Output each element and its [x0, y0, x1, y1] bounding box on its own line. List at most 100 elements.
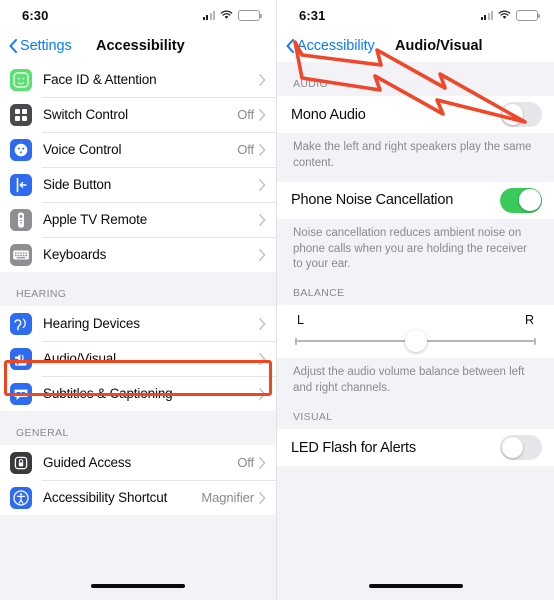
sidebar-item-accessibility-shortcut[interactable]: Accessibility Shortcut Magnifier [0, 480, 276, 515]
apple-tv-remote-icon [10, 208, 32, 231]
back-button-settings[interactable]: Settings [0, 38, 72, 54]
mono-audio-footnote: Make the left and right speakers play th… [293, 141, 532, 169]
sidebar-item-voice-control[interactable]: Voice Control Off [0, 132, 276, 167]
status-clock: 6:31 [299, 7, 326, 23]
sidebar-item-label: Accessibility Shortcut [43, 490, 168, 505]
sidebar-item-label: Hearing Devices [43, 316, 140, 331]
sidebar-item-hearing-devices[interactable]: Hearing Devices [0, 306, 276, 341]
wifi-icon [498, 10, 511, 19]
section-header-hearing: HEARING [16, 288, 67, 300]
noise-cancellation-toggle[interactable] [500, 187, 542, 213]
back-button-accessibility[interactable]: Accessibility [277, 38, 375, 54]
wifi-icon [220, 10, 233, 19]
sidebar-item-keyboards[interactable]: Keyboards [0, 237, 276, 272]
chevron-right-icon [259, 248, 266, 261]
balance-left-label: L [297, 313, 304, 328]
chevron-left-icon [286, 39, 294, 53]
chevron-left-icon [9, 39, 17, 53]
chevron-right-icon [259, 317, 266, 330]
section-header-general: GENERAL [16, 427, 69, 439]
list-bottom-spacer [277, 466, 554, 483]
nav-bar: Settings Accessibility [0, 30, 276, 62]
sidebar-item-label: Keyboards [43, 247, 107, 262]
chevron-right-icon [259, 73, 266, 86]
row-value: Off [237, 142, 254, 157]
balance-right-label: R [524, 313, 534, 328]
section-header-audio: AUDIO [293, 78, 329, 90]
sidebar-item-switch-control[interactable]: Switch Control Off [0, 97, 276, 132]
status-clock: 6:30 [22, 7, 49, 23]
face-id-icon [10, 68, 32, 91]
slider-thumb[interactable] [404, 330, 427, 353]
sidebar-item-subtitles-captioning[interactable]: Subtitles & Captioning [0, 376, 276, 411]
nav-bar: Accessibility Audio/Visual [277, 30, 554, 62]
status-bar: 6:30 [0, 0, 276, 30]
noise-cancellation-footnote: Noise cancellation reduces ambient noise… [293, 226, 527, 271]
signal-icon [202, 10, 215, 20]
led-flash-row: LED Flash for Alerts [277, 429, 554, 467]
section-header-visual: VISUAL [293, 411, 333, 424]
chevron-right-icon [259, 213, 266, 226]
accessibility-shortcut-icon [10, 486, 32, 509]
battery-icon [516, 9, 541, 21]
audio-visual-list[interactable]: AUDIO Mono Audio Make the left and right… [277, 62, 554, 600]
noise-cancellation-label: Phone Noise Cancellation [291, 192, 454, 209]
mono-audio-row: Mono Audio [277, 96, 554, 133]
sidebar-item-face-id[interactable]: Face ID & Attention [0, 62, 276, 97]
page-title: Accessibility [96, 38, 185, 54]
balance-control: L R [277, 305, 554, 359]
settings-group-general: Guided Access Off Accessibility Shortcut… [0, 445, 276, 515]
noise-cancellation-row: Phone Noise Cancellation [277, 181, 554, 219]
chevron-right-icon [259, 491, 266, 504]
balance-footnote: Adjust the audio volume balance between … [293, 366, 525, 395]
chevron-right-icon [259, 178, 266, 191]
switch-control-icon [10, 103, 32, 126]
chevron-right-icon [259, 456, 266, 469]
page-title: Audio/Visual [395, 38, 483, 54]
slider-cap-right [534, 337, 536, 345]
sidebar-item-label: Guided Access [43, 455, 132, 470]
settings-list[interactable]: Face ID & Attention Switch Control Off V… [0, 62, 276, 600]
status-bar: 6:31 [277, 0, 554, 30]
guided-access-lock-icon [10, 451, 32, 474]
led-flash-toggle[interactable] [500, 435, 542, 461]
mono-audio-toggle[interactable] [500, 102, 542, 127]
signal-icon [480, 10, 493, 20]
chevron-right-icon [259, 108, 266, 121]
back-label: Accessibility [297, 38, 375, 54]
chevron-right-icon [259, 143, 266, 156]
voice-control-icon [10, 138, 32, 161]
audio-visual-icon [10, 347, 32, 370]
row-value: Off [237, 455, 254, 470]
chevron-right-icon [259, 387, 266, 400]
sidebar-item-guided-access[interactable]: Guided Access Off [0, 445, 276, 480]
row-value: Off [237, 107, 254, 122]
sidebar-item-label: Face ID & Attention [43, 72, 157, 87]
right-phone-screen: 6:31 Accessibility Audio/Visual AUDIO Mo… [277, 0, 554, 600]
section-header-balance: BALANCE [293, 287, 345, 300]
sidebar-item-label: Apple TV Remote [43, 212, 148, 227]
battery-icon [238, 9, 263, 21]
sidebar-item-audio-visual[interactable]: Audio/Visual [0, 341, 276, 376]
keyboards-icon [10, 243, 32, 266]
home-indicator [368, 584, 463, 588]
slider-cap-left [295, 337, 297, 345]
chevron-right-icon [259, 352, 266, 365]
sidebar-item-label: Switch Control [43, 107, 128, 122]
status-icons [480, 9, 541, 21]
balance-slider[interactable] [295, 330, 536, 353]
left-phone-screen: 6:30 Settings Accessibility Face ID & At… [0, 0, 277, 600]
sidebar-item-apple-tv-remote[interactable]: Apple TV Remote [0, 202, 276, 237]
sidebar-item-label: Side Button [43, 177, 112, 192]
sidebar-item-label: Voice Control [43, 142, 122, 157]
hearing-devices-icon [10, 312, 32, 335]
led-flash-label: LED Flash for Alerts [291, 439, 416, 456]
sidebar-item-label: Audio/Visual [43, 351, 117, 366]
sidebar-item-label: Subtitles & Captioning [43, 386, 173, 401]
home-indicator [91, 584, 185, 588]
status-icons [202, 9, 263, 21]
settings-group-hearing: Hearing Devices Audio/Visual Subtitles &… [0, 306, 276, 411]
back-label: Settings [20, 38, 72, 54]
side-button-icon [10, 173, 32, 196]
sidebar-item-side-button[interactable]: Side Button [0, 167, 276, 202]
